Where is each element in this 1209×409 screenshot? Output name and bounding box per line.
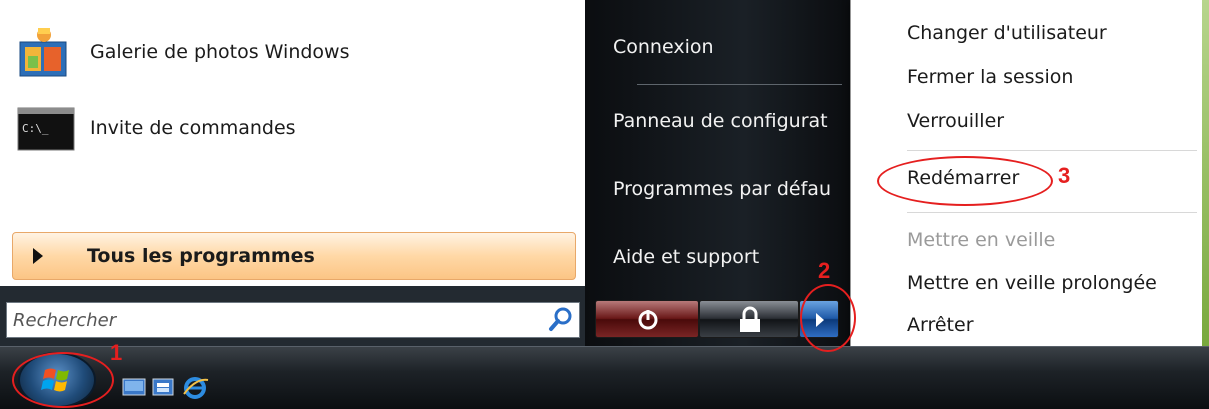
- show-desktop-icon[interactable]: [122, 376, 146, 398]
- all-programs-label: Tous les programmes: [87, 245, 315, 267]
- divider: [907, 150, 1197, 151]
- search-icon[interactable]: [543, 302, 579, 338]
- all-programs-button[interactable]: Tous les programmes: [12, 232, 576, 280]
- power-icon: [638, 310, 658, 330]
- submenu-item-sleep: Mettre en veille: [907, 229, 1056, 251]
- submenu-item-switch-user[interactable]: Changer d'utilisateur: [907, 22, 1107, 44]
- submenu-item-hibernate[interactable]: Mettre en veille prolongée: [907, 272, 1157, 294]
- search-placeholder: Rechercher: [13, 309, 117, 331]
- annotation-number-1: 1: [110, 340, 123, 365]
- lock-button[interactable]: [699, 300, 799, 338]
- desktop-background-strip: [1202, 0, 1209, 350]
- switch-windows-icon[interactable]: [152, 376, 176, 398]
- annotation-circle-start: [12, 352, 114, 408]
- command-prompt-icon-text: C:\_: [22, 122, 49, 135]
- triangle-right-icon: [33, 248, 43, 264]
- lock-icon: [740, 306, 760, 332]
- search-input[interactable]: Rechercher: [6, 302, 580, 338]
- divider: [637, 84, 842, 85]
- program-item-photo-gallery[interactable]: Galerie de photos Windows: [16, 22, 576, 82]
- search-area: Rechercher: [0, 286, 585, 346]
- submenu-item-shut-down[interactable]: Arrêter: [907, 314, 974, 336]
- program-item-command-prompt[interactable]: C:\_ Invite de commandes: [16, 98, 576, 158]
- command-prompt-icon: C:\_: [16, 102, 76, 154]
- annotation-number-2: 2: [818, 258, 831, 283]
- program-label: Invite de commandes: [90, 117, 296, 139]
- divider: [907, 212, 1197, 213]
- menu-item-default-programs[interactable]: Programmes par défau: [613, 178, 850, 200]
- photo-gallery-icon: [16, 26, 76, 78]
- annotation-number-3: 3: [1058, 163, 1071, 188]
- menu-item-connexion[interactable]: Connexion: [613, 36, 714, 58]
- menu-item-control-panel[interactable]: Panneau de configurat: [613, 110, 850, 132]
- annotation-circle-arrow: [800, 284, 856, 352]
- annotation-circle-restart: [877, 156, 1053, 206]
- submenu-item-log-off[interactable]: Fermer la session: [907, 66, 1073, 88]
- internet-explorer-icon[interactable]: [182, 376, 209, 399]
- program-label: Galerie de photos Windows: [90, 41, 350, 63]
- power-button[interactable]: [595, 300, 699, 338]
- menu-item-help-support[interactable]: Aide et support: [613, 246, 759, 268]
- submenu-item-lock[interactable]: Verrouiller: [907, 110, 1004, 132]
